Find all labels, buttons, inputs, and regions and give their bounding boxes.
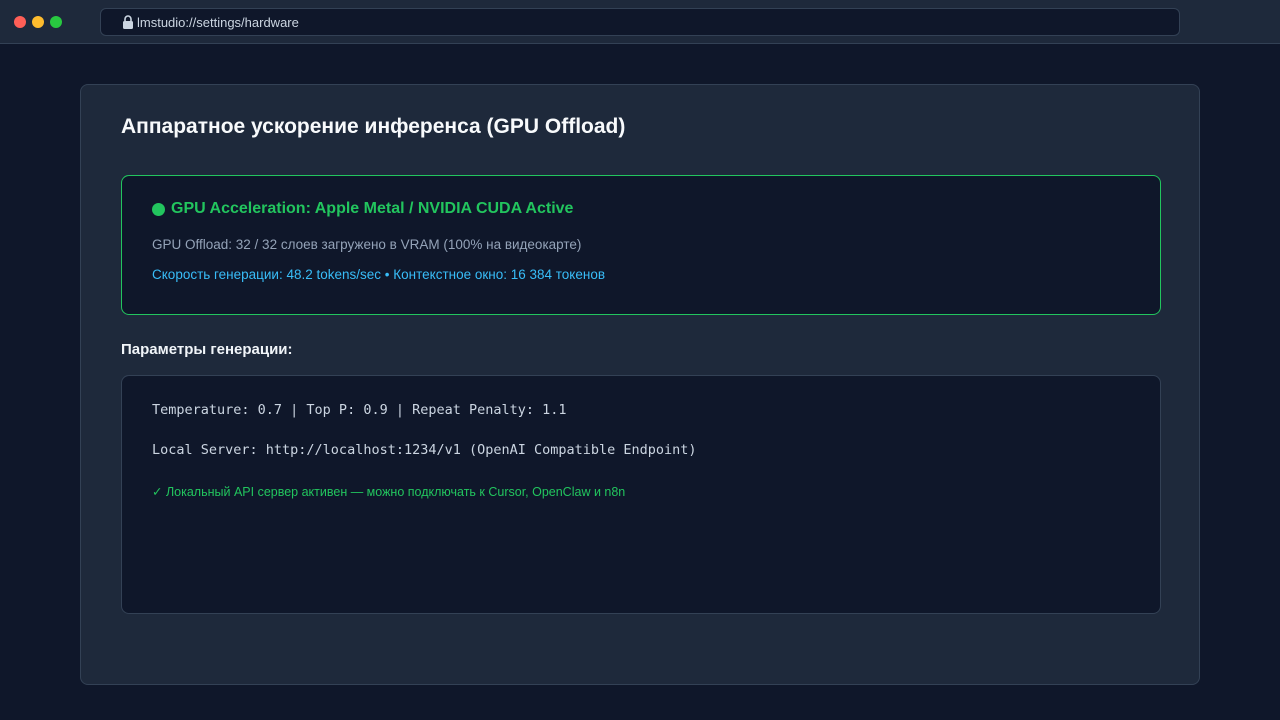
- lock-icon: [122, 15, 134, 29]
- gpu-status-text: GPU Acceleration: Apple Metal / NVIDIA C…: [171, 200, 574, 217]
- page-title: Аппаратное ускорение инференса (GPU Offl…: [121, 115, 626, 138]
- sampling-params-line: Temperature: 0.7 | Top P: 0.9 | Repeat P…: [152, 402, 567, 418]
- maximize-window-button[interactable]: [50, 16, 62, 28]
- gpu-offload-info: GPU Offload: 32 / 32 слоев загружено в V…: [152, 237, 582, 252]
- settings-panel: Аппаратное ускорение инференса (GPU Offl…: [80, 84, 1200, 685]
- status-dot-icon: [152, 202, 165, 216]
- generation-params-card: Temperature: 0.7 | Top P: 0.9 | Repeat P…: [121, 375, 1161, 614]
- local-server-line: Local Server: http://localhost:1234/v1 (…: [152, 442, 697, 458]
- minimize-window-button[interactable]: [32, 16, 44, 28]
- gpu-status-headline: GPU Acceleration: Apple Metal / NVIDIA C…: [152, 200, 573, 218]
- api-server-status: ✓ Локальный API сервер активен — можно п…: [152, 485, 626, 499]
- generation-speed-info: Скорость генерации: 48.2 tokens/sec • Ко…: [152, 267, 606, 282]
- url-text: lmstudio://settings/hardware: [137, 14, 299, 30]
- close-window-button[interactable]: [14, 16, 26, 28]
- gpu-status-card: GPU Acceleration: Apple Metal / NVIDIA C…: [121, 175, 1161, 315]
- address-bar[interactable]: lmstudio://settings/hardware: [100, 8, 1180, 36]
- window-titlebar: lmstudio://settings/hardware: [0, 0, 1280, 44]
- generation-params-heading: Параметры генерации:: [121, 341, 293, 358]
